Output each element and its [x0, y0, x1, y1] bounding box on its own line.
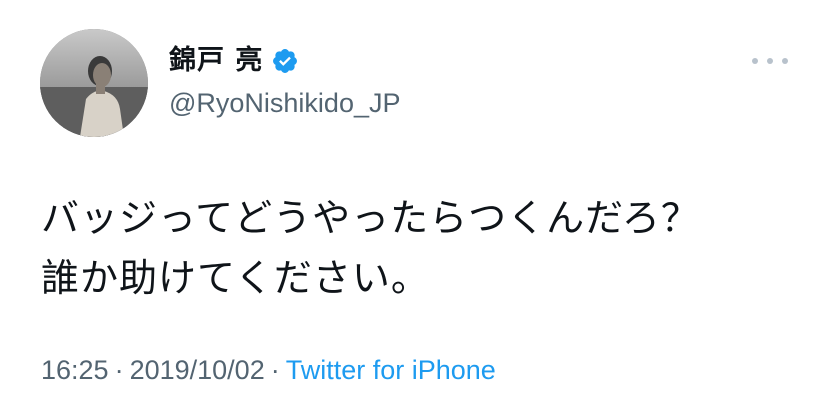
display-name[interactable]: 錦戸 亮 — [169, 41, 263, 81]
tweet-metadata: 16:25 · 2019/10/02 · Twitter for iPhone — [41, 352, 496, 388]
author-name-row: 錦戸 亮 — [169, 41, 299, 81]
avatar-photo — [40, 29, 148, 137]
verified-badge-icon — [271, 47, 299, 75]
tweet-time[interactable]: 16:25 — [41, 355, 109, 385]
tweet-text-line: バッジってどうやったらつくんだろ？ — [41, 196, 700, 240]
profile-avatar[interactable] — [40, 29, 148, 137]
tweet-text: バッジってどうやったらつくんだろ？ 誰か助けてください。 — [41, 188, 811, 308]
tweet-date[interactable]: 2019/10/02 — [130, 355, 265, 385]
meta-separator: · — [270, 355, 280, 385]
more-options-icon[interactable] — [752, 54, 788, 68]
user-handle[interactable]: @RyoNishikido_JP — [169, 86, 401, 120]
more-dot — [782, 58, 788, 64]
meta-separator: · — [114, 355, 124, 385]
tweet-source-link[interactable]: Twitter for iPhone — [286, 355, 496, 385]
more-dot — [752, 58, 758, 64]
tweet-card: 錦戸 亮 @RyoNishikido_JP バッジってどうやったらつくんだろ？ … — [0, 0, 827, 407]
tweet-text-line: 誰か助けてください。 — [41, 256, 430, 300]
more-dot — [767, 58, 773, 64]
